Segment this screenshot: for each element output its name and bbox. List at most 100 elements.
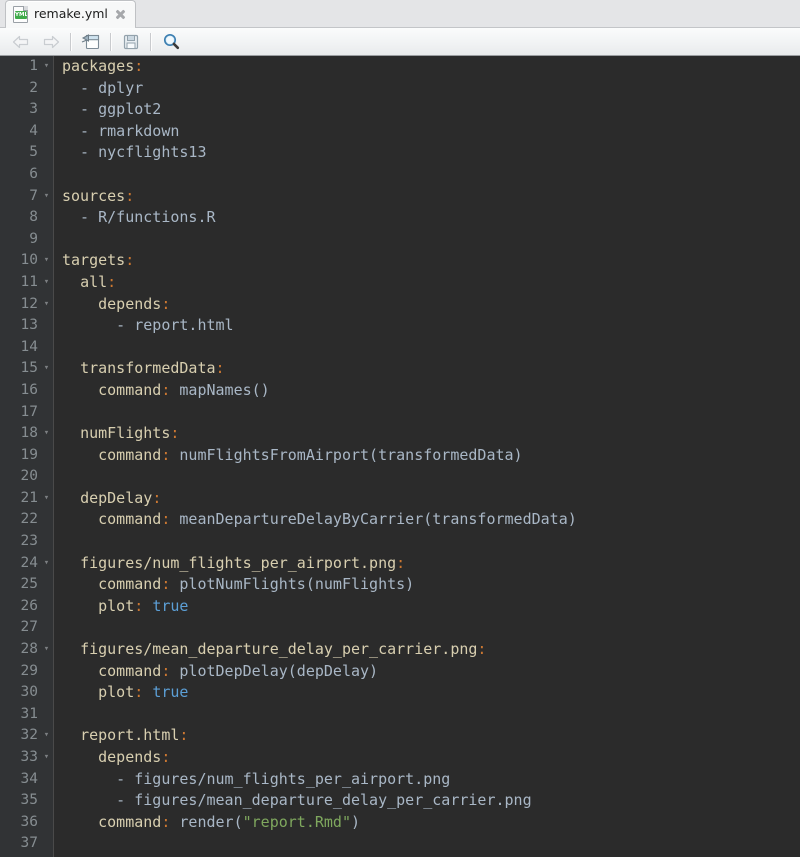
code-line[interactable]: 29 command: plotDepDelay(depDelay) [0,661,800,683]
fold-toggle-icon[interactable]: ▾ [42,747,51,769]
code-line[interactable]: 33 ▾ depends: [0,747,800,769]
close-icon[interactable] [115,9,126,20]
token-val: nycflights13 [98,143,207,162]
save-button[interactable] [116,30,146,54]
code-line[interactable]: 13 - report.html [0,315,800,337]
line-number: 11 [20,273,38,290]
line-number: 16 [20,381,38,398]
line-number: 35 [20,792,38,809]
code-line[interactable]: 32 ▾ report.html: [0,725,800,747]
fold-toggle-icon[interactable]: ▾ [42,639,51,661]
code-text: targets: [62,250,134,272]
token-key: command [98,661,162,680]
code-text: all: [62,272,116,294]
code-text: - nycflights13 [62,142,207,164]
code-line[interactable]: 12 ▾ depends: [0,294,800,316]
code-line[interactable]: 34 - figures/num_flights_per_airport.png [0,769,800,791]
code-text: command: plotDepDelay(depDelay) [62,661,378,683]
code-editor[interactable]: 1 ▾ packages: 2 - dplyr 3 - ggplot2 4 - rmark… [0,56,800,857]
code-text: plot: true [62,682,188,704]
code-line[interactable]: 31 [0,704,800,726]
code-line[interactable]: 26 plot: true [0,596,800,618]
code-line[interactable]: 5 - nycflights13 [0,142,800,164]
code-line[interactable]: 25 command: plotNumFlights(numFlights) [0,574,800,596]
token-key: plot [98,596,135,615]
token-key: sources [62,186,126,205]
line-number: 17 [20,403,38,420]
fold-toggle-icon[interactable]: ▾ [42,250,51,272]
tab-remake-yml[interactable]: YML remake.yml [5,0,136,28]
line-number: 15 [20,360,38,377]
search-button[interactable] [156,30,186,54]
token-colon: : [179,726,189,745]
code-line[interactable]: 35 - figures/mean_departure_delay_per_ca… [0,790,800,812]
code-line[interactable]: 36 command: render("report.Rmd") [0,812,800,834]
code-line[interactable]: 22 command: meanDepartureDelayByCarrier(… [0,509,800,531]
code-line[interactable]: 2 - dplyr [0,78,800,100]
fold-toggle-icon[interactable]: ▾ [42,725,51,747]
back-button[interactable] [6,30,36,54]
token-colon: : [125,186,135,205]
fold-toggle-icon[interactable]: ▾ [42,272,51,294]
line-number: 12 [20,295,38,312]
code-line[interactable]: 20 [0,466,800,488]
forward-button[interactable] [36,30,66,54]
fold-toggle-icon[interactable]: ▾ [42,488,51,510]
code-line[interactable]: 19 command: numFlightsFromAirport(transf… [0,445,800,467]
line-number: 27 [20,619,38,636]
open-button[interactable] [76,30,106,54]
token-colon: : [170,424,180,443]
token-val: figures/num_flights_per_airport.png [134,769,451,788]
code-text: - dplyr [62,78,143,100]
line-number: 30 [20,684,38,701]
code-line[interactable]: 8 - R/functions.R [0,207,800,229]
code-line[interactable]: 11 ▾ all: [0,272,800,294]
code-line[interactable]: 14 [0,337,800,359]
code-line[interactable]: 1 ▾ packages: [0,56,800,78]
code-line[interactable]: 37 [0,833,800,855]
code-line[interactable]: 18 ▾ numFlights: [0,423,800,445]
fold-toggle-icon[interactable]: ▾ [42,358,51,380]
code-line[interactable]: 16 command: mapNames() [0,380,800,402]
fold-toggle-icon[interactable]: ▾ [42,553,51,575]
code-line[interactable]: 24 ▾ figures/num_flights_per_airport.png: [0,553,800,575]
code-line[interactable]: 30 plot: true [0,682,800,704]
code-line[interactable]: 23 [0,531,800,553]
code-content[interactable]: 1 ▾ packages: 2 - dplyr 3 - ggplot2 4 - rmark… [0,56,800,857]
token-val: ) [351,812,361,831]
token-colon: : [134,57,144,75]
code-line[interactable]: 17 [0,402,800,424]
code-line[interactable]: 15 ▾ transformedData: [0,358,800,380]
token-colon: : [215,359,225,378]
code-line[interactable]: 28 ▾ figures/mean_departure_delay_per_car… [0,639,800,661]
code-line[interactable]: 21 ▾ depDelay: [0,488,800,510]
fold-toggle-icon[interactable]: ▾ [42,294,51,316]
code-line[interactable]: 4 - rmarkdown [0,121,800,143]
line-number: 18 [20,425,38,442]
fold-toggle-icon[interactable]: ▾ [42,423,51,445]
line-number: 8 [29,209,38,226]
token-plain: - [62,316,135,335]
token-colon: : [161,748,171,766]
code-line[interactable]: 9 [0,229,800,251]
code-line[interactable]: 3 - ggplot2 [0,99,800,121]
fold-toggle-icon[interactable]: ▾ [42,56,51,78]
code-line[interactable]: 27 [0,617,800,639]
token-bool: true [152,596,189,615]
code-line[interactable]: 10 ▾ targets: [0,250,800,272]
yml-file-icon: YML [13,5,28,23]
token-val: numFlightsFromAirport(transformedData) [170,445,523,464]
fold-toggle-icon[interactable]: ▾ [42,186,51,208]
token-colon: : [134,683,144,702]
token-key: depDelay [80,488,153,507]
code-text: command: plotNumFlights(numFlights) [62,574,414,596]
code-line[interactable]: 6 [0,164,800,186]
code-line[interactable]: 7 ▾ sources: [0,186,800,208]
